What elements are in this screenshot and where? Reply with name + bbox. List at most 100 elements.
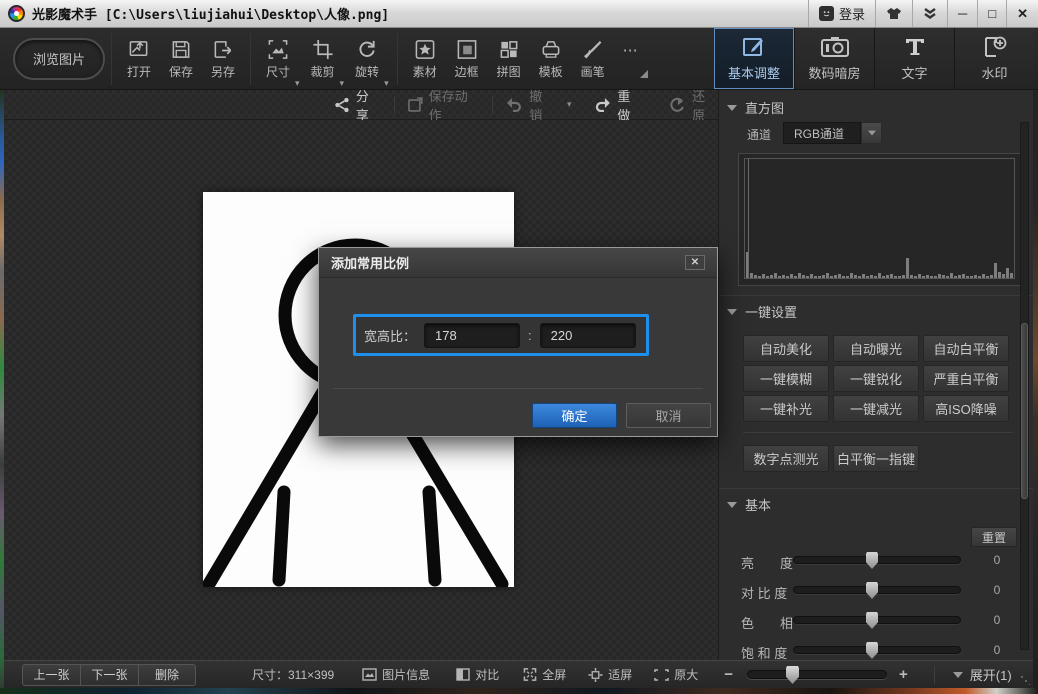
redo-button[interactable]: 重做 — [594, 86, 644, 124]
panel-scrollbar-thumb[interactable] — [1021, 323, 1028, 499]
saturation-slider[interactable] — [793, 646, 961, 654]
digital-spot-metering-button[interactable]: 数字点测光 — [743, 445, 829, 472]
auto-beautify-button[interactable]: 自动美化 — [743, 335, 829, 362]
panel-scrollbar-track[interactable] — [1020, 122, 1029, 650]
more-tools-button[interactable]: ⋯ — [614, 40, 648, 78]
contrast-slider[interactable] — [793, 586, 961, 594]
fullscreen-button[interactable]: 全屏 — [523, 666, 566, 683]
desktop-sliver-right — [1033, 90, 1038, 688]
resize-button[interactable]: 尺寸 — [257, 37, 299, 80]
action-separator — [492, 96, 493, 114]
slider-thumb[interactable] — [866, 552, 878, 569]
collapse-arrow-icon — [727, 502, 737, 508]
basic-adjust-icon — [741, 35, 767, 59]
collapse-arrow-icon — [727, 105, 737, 111]
maximize-button[interactable]: □ — [977, 0, 1006, 27]
next-image-button[interactable]: 下一张 — [80, 664, 138, 686]
high-iso-denoise-button[interactable]: 高ISO降噪 — [923, 395, 1009, 422]
zoom-in-button[interactable]: + — [899, 666, 908, 683]
zoom-slider-thumb[interactable] — [786, 666, 799, 684]
resize-grip[interactable] — [1020, 675, 1030, 685]
tab-watermark[interactable]: 水印 — [954, 28, 1034, 89]
shirt-icon — [886, 7, 902, 20]
share-button[interactable]: 分享 — [334, 86, 382, 124]
severe-whitebalance-button[interactable]: 严重白平衡 — [923, 365, 1009, 392]
dialog-title: 添加常用比例 — [331, 253, 409, 272]
login-button[interactable]: 登录 — [808, 0, 875, 27]
collage-grid-icon — [498, 39, 520, 60]
collapse-window-button[interactable] — [912, 0, 947, 27]
channel-label: 通道 — [747, 126, 771, 143]
cancel-button[interactable]: 取消 — [626, 403, 711, 428]
onekey-blur-button[interactable]: 一键模糊 — [743, 365, 829, 392]
collage-button[interactable]: 拼图 — [488, 37, 530, 80]
close-button[interactable]: ✕ — [1006, 0, 1038, 27]
frame-button[interactable]: 边框 — [446, 37, 488, 80]
open-image-icon — [128, 39, 150, 60]
crop-button[interactable]: 裁剪 — [302, 37, 344, 80]
action-separator — [394, 96, 395, 114]
zoom-slider[interactable] — [747, 670, 887, 679]
slider-thumb[interactable] — [866, 582, 878, 599]
ok-button[interactable]: 确定 — [532, 403, 617, 428]
onekey-filllight-button[interactable]: 一键补光 — [743, 395, 829, 422]
template-button[interactable]: 模板 — [530, 37, 572, 80]
whitebalance-onetouch-button[interactable]: 白平衡一指键 — [833, 445, 919, 472]
save-as-button[interactable]: 另存 — [202, 37, 244, 80]
browse-images-button[interactable]: 浏览图片 — [13, 38, 105, 80]
material-button[interactable]: 素材 — [404, 37, 446, 80]
onekey-divider — [743, 432, 1013, 433]
zoom-out-button[interactable]: − — [724, 666, 733, 683]
open-button[interactable]: 打开 — [118, 37, 160, 80]
channel-select[interactable]: RGB通道 — [783, 122, 861, 144]
onekey-dimlight-button[interactable]: 一键减光 — [833, 395, 919, 422]
slider-thumb[interactable] — [866, 642, 878, 659]
toolbar-separator — [250, 33, 251, 85]
tab-text[interactable]: 文字 — [874, 28, 954, 89]
delete-image-button[interactable]: 删除 — [138, 664, 196, 686]
basic-section-header[interactable]: 基本 — [727, 495, 771, 514]
onekey-sharpen-button[interactable]: 一键锐化 — [833, 365, 919, 392]
undo-button[interactable]: 撤销 ▾ — [505, 86, 571, 124]
save-action-button[interactable]: 保存动作 — [407, 86, 481, 124]
save-button[interactable]: 保存 — [160, 37, 202, 80]
ratio-label: 宽高比： — [364, 326, 416, 345]
auto-exposure-button[interactable]: 自动曝光 — [833, 335, 919, 362]
minimize-button[interactable]: ─ — [947, 0, 977, 27]
slider-thumb[interactable] — [866, 612, 878, 629]
previous-image-button[interactable]: 上一张 — [22, 664, 80, 686]
channel-dropdown-button[interactable] — [861, 122, 882, 144]
fit-screen-icon — [588, 668, 603, 682]
fit-screen-button[interactable]: 适屏 — [588, 666, 632, 683]
save-as-icon — [212, 39, 234, 60]
reset-button[interactable]: 重置 — [971, 527, 1017, 547]
brush-button[interactable]: 画笔 — [572, 37, 614, 80]
rotate-button[interactable]: 旋转 — [346, 37, 388, 80]
tab-basic-adjust[interactable]: 基本调整 — [714, 28, 794, 89]
hue-value: 0 — [985, 613, 1009, 627]
tab-digital-darkroom[interactable]: 数码暗房 — [794, 28, 874, 89]
rotate-dropdown-arrow[interactable]: ▾ — [384, 78, 389, 89]
original-size-button[interactable]: 原大 — [654, 666, 698, 683]
dialog-close-button[interactable]: ✕ — [685, 255, 705, 270]
double-chevron-down-icon — [923, 8, 937, 20]
onekey-section-header[interactable]: 一键设置 — [727, 302, 797, 321]
ratio-width-input[interactable] — [424, 323, 520, 348]
crop-icon — [312, 39, 334, 60]
expand-button[interactable]: 展开(1) — [953, 665, 1012, 684]
undo-dropdown-arrow[interactable]: ▾ — [567, 99, 572, 110]
hue-slider[interactable] — [793, 616, 961, 624]
auto-whitebalance-button[interactable]: 自动白平衡 — [923, 335, 1009, 362]
dialog-title-bar[interactable]: 添加常用比例 ✕ — [319, 248, 717, 278]
image-info-button[interactable]: 图片信息 — [362, 666, 430, 683]
window-title: 光影魔术手 [C:\Users\liujiahui\Desktop\人像.png… — [32, 4, 389, 23]
histogram-section-header[interactable]: 直方图 — [727, 98, 784, 117]
expand-arrow-icon — [953, 672, 963, 678]
skin-button[interactable] — [875, 0, 912, 27]
restore-button[interactable]: 还原 — [669, 86, 718, 124]
ratio-height-input[interactable] — [540, 323, 636, 348]
resize-dropdown-arrow[interactable]: ▾ — [295, 78, 300, 89]
compare-button[interactable]: 对比 — [456, 666, 499, 683]
brightness-slider[interactable] — [793, 556, 961, 564]
resize-icon — [267, 39, 289, 60]
